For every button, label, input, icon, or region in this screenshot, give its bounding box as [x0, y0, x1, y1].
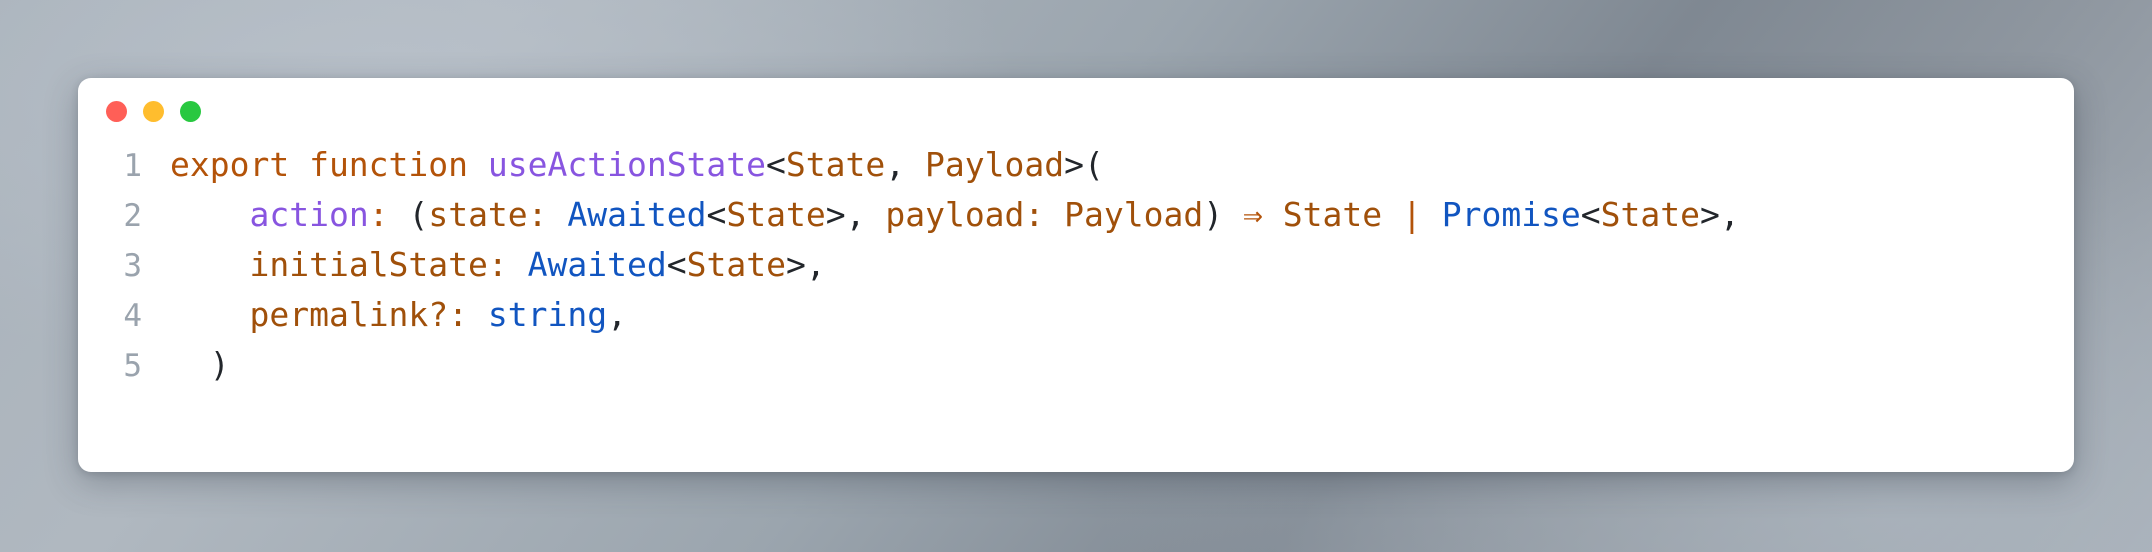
code-token: Promise: [1441, 195, 1581, 234]
code-window-card: 1 export function useActionState<State, P…: [78, 78, 2074, 472]
code-token: <: [706, 195, 727, 234]
code-token: ): [1203, 195, 1224, 234]
code-token: State: [726, 195, 826, 234]
line-number: 3: [123, 248, 142, 284]
code-token: ?:: [428, 295, 469, 334]
minimize-button[interactable]: [143, 101, 164, 122]
code-line-text[interactable]: ): [142, 340, 230, 390]
code-line-text[interactable]: initialState: Awaited<State>,: [142, 240, 826, 290]
window-titlebar: [106, 101, 201, 122]
code-token: action: [249, 195, 369, 234]
close-button[interactable]: [106, 101, 127, 122]
code-token: ,: [845, 195, 886, 234]
code-token: State: [686, 245, 786, 284]
code-token: :: [368, 195, 389, 234]
line-number: 4: [123, 298, 142, 334]
code-token: state: [428, 195, 528, 234]
code-line: 1 export function useActionState<State, P…: [78, 140, 2074, 190]
code-line-text[interactable]: action: (state: Awaited<State>, payload:…: [142, 190, 1740, 240]
code-token: <: [766, 145, 786, 184]
code-token: (: [408, 195, 429, 234]
code-token: :: [1024, 195, 1045, 234]
code-token: initialState: [249, 245, 488, 284]
code-token: Payload: [925, 145, 1065, 184]
code-line-text[interactable]: permalink?: string,: [142, 290, 627, 340]
code-token: |: [1401, 195, 1422, 234]
code-token: <: [1580, 195, 1601, 234]
code-token: Payload: [1064, 195, 1204, 234]
code-token: >,: [1700, 195, 1740, 234]
code-token: export function: [170, 145, 488, 184]
code-token: ⇒: [1243, 195, 1263, 234]
code-token: permalink: [249, 295, 429, 334]
code-token: State: [785, 145, 886, 184]
code-line: 4 permalink?: string,: [78, 290, 2074, 340]
code-line: 3 initialState: Awaited<State>,: [78, 240, 2074, 290]
code-token: <: [666, 245, 687, 284]
code-token: ,: [885, 145, 926, 184]
line-number: 5: [123, 348, 142, 384]
screenshot-stage: 1 export function useActionState<State, P…: [0, 0, 2152, 552]
line-number: 2: [123, 198, 142, 234]
code-block: 1 export function useActionState<State, P…: [78, 140, 2074, 472]
code-line: 2 action: (state: Awaited<State>, payloa…: [78, 190, 2074, 240]
code-token: Awaited: [567, 195, 707, 234]
code-token: useActionState: [487, 145, 767, 184]
line-number: 1: [123, 148, 142, 184]
code-line-text[interactable]: export function useActionState<State, Pa…: [142, 140, 1104, 190]
code-token: >,: [785, 245, 826, 284]
code-token: State: [1282, 195, 1383, 234]
code-line: 5 ): [78, 340, 2074, 390]
code-token: :: [527, 195, 548, 234]
maximize-button[interactable]: [180, 101, 201, 122]
code-token: payload: [885, 195, 1025, 234]
code-token: string: [487, 295, 608, 334]
code-token: ): [209, 345, 230, 384]
code-token: ,: [607, 295, 628, 334]
code-token: :: [487, 245, 508, 284]
code-token: Awaited: [527, 245, 667, 284]
code-token: State: [1600, 195, 1701, 234]
code-token: >: [825, 195, 846, 234]
code-token: >(: [1064, 145, 1104, 184]
